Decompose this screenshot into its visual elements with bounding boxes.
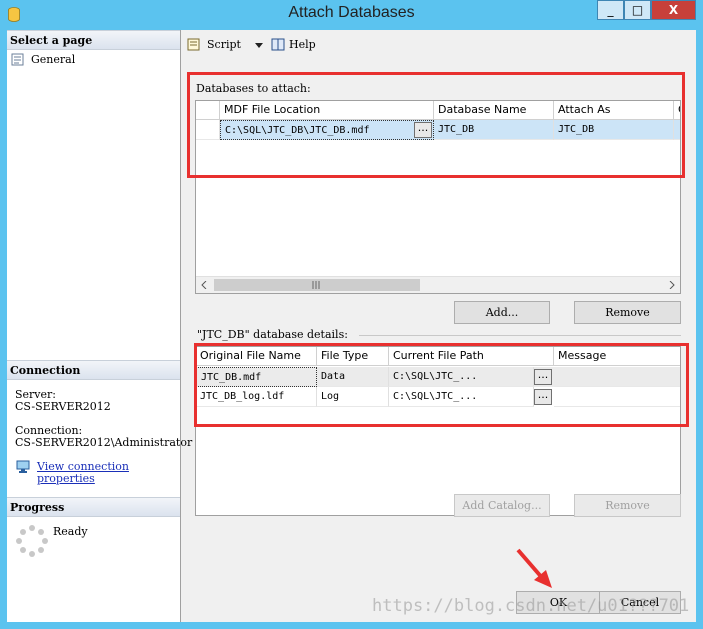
help-icon: [271, 38, 285, 51]
cell-message: [554, 367, 680, 387]
table-row[interactable]: JTC_DB.mdf Data C:\SQL\JTC_... ...: [196, 367, 680, 387]
attach-databases-grid[interactable]: MDF File Location Database Name Attach A…: [195, 100, 681, 294]
column-header-database-name[interactable]: Database Name: [434, 101, 554, 120]
chevron-down-icon[interactable]: [255, 43, 263, 48]
scrollbar-thumb[interactable]: [214, 279, 420, 291]
cell-file-type[interactable]: Data: [317, 367, 389, 387]
right-pane: Script Help Databases to attach: MDF Fil…: [181, 30, 696, 622]
column-header-message[interactable]: Message: [554, 347, 680, 366]
maximize-button[interactable]: □: [624, 0, 651, 20]
left-pane: Select a page General Connection Server:…: [7, 30, 192, 622]
progress-spinner-icon: [16, 525, 48, 557]
column-header-owner[interactable]: O: [674, 101, 680, 120]
dialog-body: Select a page General Connection Server:…: [7, 30, 696, 622]
help-label: Help: [289, 38, 316, 51]
browse-mdf-button[interactable]: ...: [414, 122, 432, 138]
view-connection-properties-link-line2[interactable]: properties: [37, 472, 95, 485]
cell-mdf-location[interactable]: C:\SQL\JTC_DB\JTC_DB.mdf: [220, 120, 434, 140]
cell-attach-as[interactable]: JTC_DB: [554, 120, 674, 140]
minimize-button[interactable]: _: [597, 0, 624, 20]
script-label: Script: [207, 38, 241, 51]
watermark-text: https://blog.csdn.net/u01???701: [372, 596, 690, 616]
cell-original-file-name[interactable]: JTC_DB.mdf: [196, 367, 317, 387]
grip-icon: [312, 281, 320, 289]
close-button[interactable]: X: [651, 0, 696, 20]
group-separator: [359, 335, 681, 336]
browse-file-path-button[interactable]: ...: [534, 389, 552, 405]
column-header-attach-as[interactable]: Attach As: [554, 101, 674, 120]
scroll-right-icon[interactable]: [669, 281, 675, 289]
row-selector[interactable]: [196, 120, 220, 140]
progress-header: Progress: [7, 497, 180, 517]
table-row[interactable]: JTC_DB_log.ldf Log C:\SQL\JTC_... ...: [196, 387, 680, 407]
remove-database-button[interactable]: Remove: [574, 301, 681, 324]
help-button[interactable]: Help: [271, 36, 321, 54]
cell-current-file-path[interactable]: C:\SQL\JTC_...: [389, 387, 534, 407]
database-details-label: "JTC_DB" database details:: [197, 328, 348, 341]
connection-properties-icon: [16, 460, 30, 473]
add-button[interactable]: Add...: [454, 301, 550, 324]
page-item-label: General: [31, 53, 76, 66]
column-header-mdf[interactable]: MDF File Location: [220, 101, 434, 120]
connection-header: Connection: [7, 360, 180, 380]
database-details-grid[interactable]: Original File Name File Type Current Fil…: [195, 346, 681, 516]
cell-database-name[interactable]: JTC_DB: [434, 120, 554, 140]
page-icon: [11, 53, 24, 66]
script-icon: [187, 38, 200, 51]
progress-status: Ready: [53, 525, 88, 538]
column-header-current-file-path[interactable]: Current File Path: [389, 347, 554, 366]
remove-file-button[interactable]: Remove: [574, 494, 681, 517]
horizontal-scrollbar[interactable]: [196, 276, 680, 293]
cell-message: [554, 387, 680, 407]
connection-value: CS-SERVER2012\Administrator: [15, 436, 193, 449]
cell-file-type[interactable]: Log: [317, 387, 389, 407]
scroll-left-icon[interactable]: [201, 281, 207, 289]
row-header-corner: [196, 101, 220, 120]
add-catalog-button[interactable]: Add Catalog...: [454, 494, 550, 517]
toolbar: Script Help: [181, 30, 696, 60]
cell-owner[interactable]: (: [674, 120, 680, 140]
script-button[interactable]: Script: [187, 36, 267, 54]
title-bar: Attach Databases _ □ X: [0, 0, 703, 30]
cell-current-file-path[interactable]: C:\SQL\JTC_...: [389, 367, 534, 387]
column-header-file-type[interactable]: File Type: [317, 347, 389, 366]
table-row[interactable]: C:\SQL\JTC_DB\JTC_DB.mdf ... JTC_DB JTC_…: [196, 120, 680, 140]
red-arrow-annotation: [516, 548, 552, 588]
column-header-original-file-name[interactable]: Original File Name: [196, 347, 317, 366]
cell-original-file-name[interactable]: JTC_DB_log.ldf: [196, 387, 317, 407]
databases-to-attach-label: Databases to attach:: [196, 82, 311, 95]
server-value: CS-SERVER2012: [15, 400, 111, 413]
select-page-header: Select a page: [7, 30, 180, 50]
browse-file-path-button[interactable]: ...: [534, 369, 552, 385]
